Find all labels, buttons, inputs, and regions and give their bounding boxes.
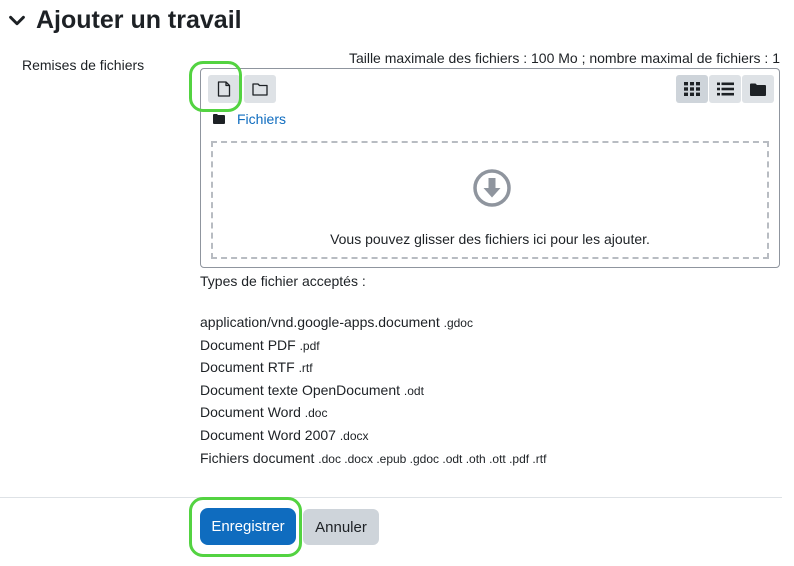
section-header[interactable]: Ajouter un travail — [6, 6, 242, 35]
file-picker: Fichiers Vous pouvez glisser des fichier… — [200, 68, 780, 268]
type-extension: .gdoc — [443, 316, 473, 330]
type-name: Fichiers document — [200, 449, 315, 466]
type-name: Document Word — [200, 404, 301, 421]
accepted-types-heading: Types de fichier acceptés : — [200, 273, 366, 289]
type-name: application/vnd.google-apps.document — [200, 314, 440, 330]
download-arrow-icon — [473, 169, 511, 207]
list-item: Document Word 2007 .docx — [200, 424, 546, 447]
field-label: Remises de fichiers — [22, 57, 145, 73]
list-item: Document RTF .rtf — [200, 356, 546, 379]
breadcrumb: Fichiers — [213, 111, 286, 127]
type-extension: .doc — [304, 406, 328, 421]
list-view-button[interactable] — [709, 75, 741, 103]
type-name: Document Word 2007 — [200, 426, 336, 443]
add-file-button[interactable] — [208, 75, 240, 103]
type-name: Document RTF — [200, 359, 295, 376]
section-title: Ajouter un travail — [36, 6, 242, 34]
drop-zone[interactable]: Vous pouvez glisser des fichiers ici pou… — [211, 141, 769, 259]
type-extension: .doc .docx .epub .gdoc .odt .oth .ott .p… — [318, 451, 547, 466]
tree-view-icon — [750, 83, 766, 96]
add-file-icon — [217, 81, 231, 97]
create-folder-button[interactable] — [244, 75, 276, 103]
breadcrumb-link-files[interactable]: Fichiers — [237, 111, 286, 127]
list-item: Document PDF .pdf — [200, 334, 546, 357]
file-limits: Taille maximale des fichiers : 100 Mo ; … — [348, 50, 780, 66]
cancel-button[interactable]: Annuler — [303, 509, 379, 545]
accepted-types-list: application/vnd.google-apps.document .gd… — [200, 311, 546, 469]
grid-view-button[interactable] — [676, 75, 708, 103]
type-name: Document texte OpenDocument — [200, 381, 400, 398]
type-extension: .pdf — [299, 338, 320, 353]
divider — [0, 497, 782, 498]
save-button[interactable]: Enregistrer — [200, 508, 296, 545]
type-extension: .odt — [403, 383, 424, 398]
list-view-icon — [716, 82, 734, 96]
drop-zone-text: Vous pouvez glisser des fichiers ici pou… — [330, 231, 650, 247]
create-folder-icon — [252, 83, 268, 96]
type-extension: .rtf — [298, 361, 313, 376]
grid-view-icon — [684, 82, 700, 96]
chevron-down-icon[interactable] — [6, 10, 28, 32]
list-item: Fichiers document .doc .docx .epub .gdoc… — [200, 447, 546, 470]
type-name: Document PDF — [200, 336, 296, 353]
list-item: application/vnd.google-apps.document .gd… — [200, 311, 546, 334]
folder-icon — [213, 114, 225, 124]
list-item: Document texte OpenDocument .odt — [200, 379, 546, 402]
tree-view-button[interactable] — [742, 75, 774, 103]
type-extension: .docx — [339, 428, 369, 443]
list-item: Document Word .doc — [200, 401, 546, 424]
